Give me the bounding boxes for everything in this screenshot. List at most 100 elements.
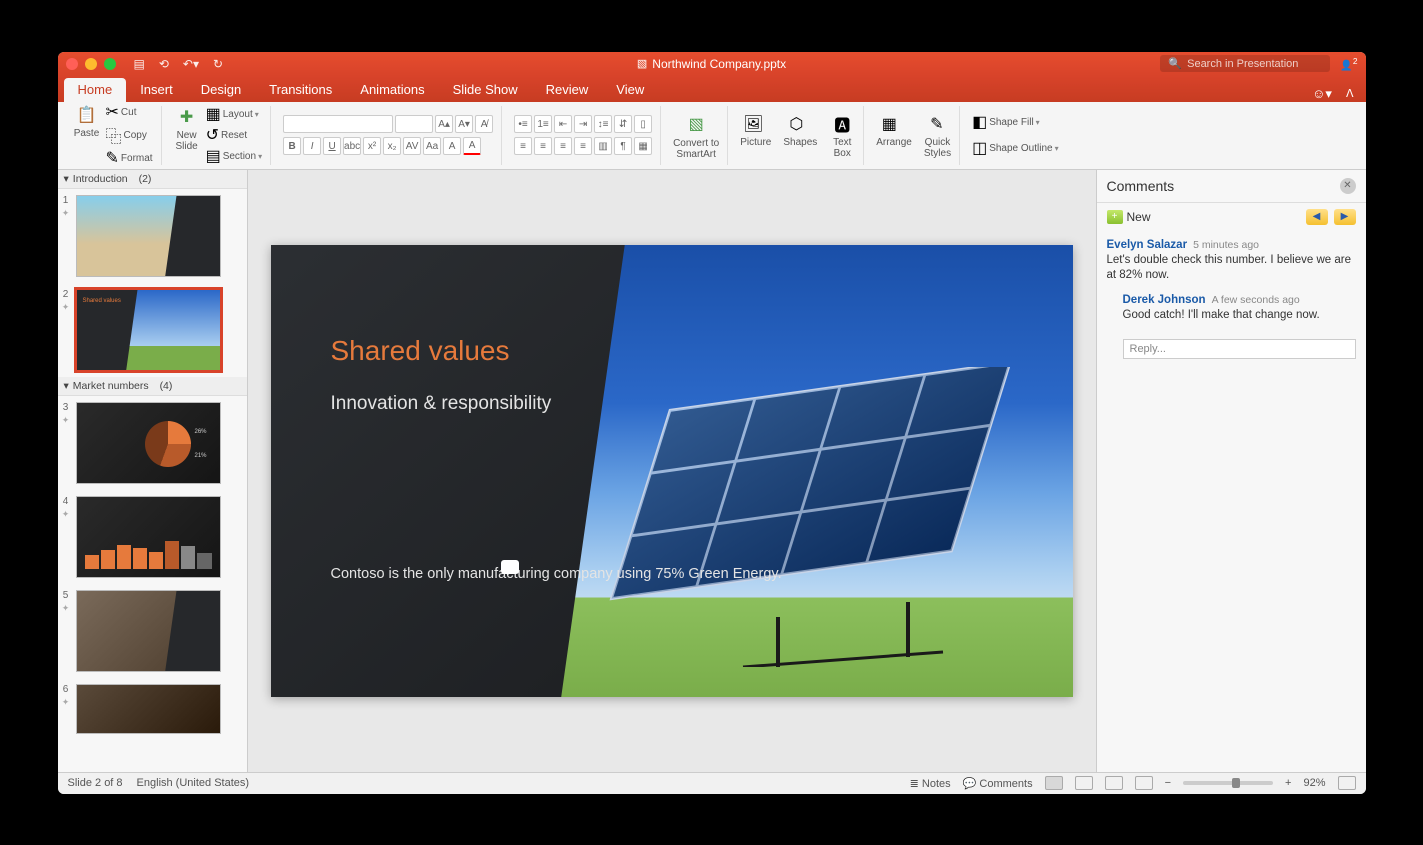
bullets-button[interactable]: •≡	[514, 115, 532, 133]
save-icon[interactable]: ▤	[134, 57, 145, 71]
font-color-button[interactable]: A	[463, 137, 481, 155]
slide-thumbnail-4[interactable]	[76, 496, 221, 578]
undo-icon[interactable]: ↶▾	[183, 57, 199, 71]
cut-button[interactable]: ✂Cut	[106, 102, 153, 122]
zoom-out-button[interactable]: −	[1165, 777, 1171, 789]
shape-outline-button[interactable]: ◫Shape Outline▾	[972, 138, 1059, 158]
reading-view-button[interactable]	[1105, 776, 1123, 790]
strike-button[interactable]: abc	[343, 137, 361, 155]
comments-button[interactable]: 💬 Comments	[963, 777, 1033, 790]
tab-design[interactable]: Design	[187, 78, 255, 102]
search-input[interactable]	[1187, 58, 1327, 70]
sorter-view-button[interactable]	[1075, 776, 1093, 790]
textbox-icon[interactable]: 🅰	[829, 111, 855, 137]
arrange-icon[interactable]: ▦	[876, 111, 902, 137]
line-spacing-button[interactable]: ↕≡	[594, 115, 612, 133]
minimize-window-button[interactable]	[85, 58, 97, 70]
align-left-button[interactable]: ≡	[514, 137, 532, 155]
clear-format-button[interactable]: A̸	[475, 115, 493, 133]
comment-item[interactable]: Evelyn Salazar5 minutes ago Let's double…	[1097, 231, 1366, 332]
new-slide-button[interactable]: New Slide	[175, 130, 197, 152]
font-family-select[interactable]	[283, 115, 393, 133]
reply-input[interactable]: Reply...	[1123, 339, 1356, 359]
superscript-button[interactable]: x²	[363, 137, 381, 155]
section-header[interactable]: ▾ Introduction (2)	[58, 170, 247, 189]
slideshow-view-button[interactable]	[1135, 776, 1153, 790]
tab-home[interactable]: Home	[64, 78, 127, 102]
section-header[interactable]: ▾ Market numbers (4)	[58, 377, 247, 396]
slide-subtitle[interactable]: Innovation & responsibility	[331, 391, 782, 417]
font-size-select[interactable]	[395, 115, 433, 133]
text-direction-button[interactable]: ⇵	[614, 115, 632, 133]
slide-canvas[interactable]: Shared values Innovation & responsibilit…	[248, 170, 1096, 772]
indent-button[interactable]: ⇥	[574, 115, 592, 133]
next-comment-button[interactable]: ▶	[1334, 209, 1356, 225]
maximize-window-button[interactable]	[104, 58, 116, 70]
bold-button[interactable]: B	[283, 137, 301, 155]
tab-animations[interactable]: Animations	[346, 78, 438, 102]
case-button[interactable]: Aa	[423, 137, 441, 155]
close-window-button[interactable]	[66, 58, 78, 70]
arrange-button[interactable]: Arrange	[876, 137, 912, 148]
slide-body-text[interactable]: Contoso is the only manufacturing compan…	[331, 564, 782, 584]
columns-button[interactable]: ▥	[594, 137, 612, 155]
new-comment-button[interactable]: + New	[1107, 210, 1151, 224]
notes-button[interactable]: ≣ Notes	[910, 777, 951, 790]
comment-marker-icon[interactable]	[501, 560, 519, 574]
paste-icon[interactable]: 📋	[74, 102, 100, 128]
quick-styles-button[interactable]: Quick Styles	[924, 137, 951, 159]
shape-fill-button[interactable]: ◧Shape Fill▾	[972, 112, 1040, 132]
slide-thumbnails-pane[interactable]: ▾ Introduction (2) 1✦ 2✦ Shared values ▾…	[58, 170, 248, 772]
justify-button[interactable]: ≡	[574, 137, 592, 155]
comment-reply[interactable]: Derek JohnsonA few seconds ago Good catc…	[1123, 294, 1356, 324]
search-box[interactable]: 🔍	[1160, 55, 1330, 72]
char-spacing-button[interactable]: AV	[403, 137, 421, 155]
quick-styles-icon[interactable]: ✎	[924, 111, 950, 137]
highlight-button[interactable]: A	[443, 137, 461, 155]
slide-counter[interactable]: Slide 2 of 8	[68, 777, 123, 789]
tab-slideshow[interactable]: Slide Show	[439, 78, 532, 102]
tab-view[interactable]: View	[602, 78, 658, 102]
shapes-icon[interactable]: ⬡	[783, 111, 809, 137]
autosave-icon[interactable]: ⟲	[159, 57, 169, 71]
language-indicator[interactable]: English (United States)	[137, 777, 250, 789]
format-painter-button[interactable]: ✎Format	[106, 148, 153, 168]
outdent-button[interactable]: ⇤	[554, 115, 572, 133]
tab-insert[interactable]: Insert	[126, 78, 187, 102]
smiley-icon[interactable]: ☺▾	[1312, 86, 1332, 102]
align-text-button[interactable]: ▯	[634, 115, 652, 133]
slide-thumbnail-1[interactable]	[76, 195, 221, 277]
layout-button[interactable]: ▦Layout▾	[206, 104, 263, 124]
smartart-small-button[interactable]: ▦	[634, 137, 652, 155]
collapse-ribbon-icon[interactable]: ᐱ	[1346, 87, 1354, 100]
tab-review[interactable]: Review	[532, 78, 603, 102]
normal-view-button[interactable]	[1045, 776, 1063, 790]
prev-comment-button[interactable]: ◀	[1306, 209, 1328, 225]
new-slide-icon[interactable]: ✚	[174, 104, 200, 130]
user-avatar[interactable]: 👤2	[1340, 56, 1357, 71]
shapes-button[interactable]: Shapes	[783, 137, 817, 148]
slide[interactable]: Shared values Innovation & responsibilit…	[271, 245, 1073, 697]
picture-icon[interactable]: 🖼	[740, 111, 766, 137]
zoom-slider[interactable]	[1183, 781, 1273, 785]
slide-thumbnail-3[interactable]: 26%21%	[76, 402, 221, 484]
copy-button[interactable]: ⿻Copy	[106, 123, 153, 147]
paste-button[interactable]: Paste	[74, 128, 100, 139]
text-dir2-button[interactable]: ¶	[614, 137, 632, 155]
align-right-button[interactable]: ≡	[554, 137, 572, 155]
zoom-thumb[interactable]	[1232, 778, 1240, 788]
zoom-level[interactable]: 92%	[1303, 777, 1325, 789]
slide-title[interactable]: Shared values	[331, 335, 782, 367]
slide-text-content[interactable]: Shared values Innovation & responsibilit…	[331, 335, 782, 585]
section-button[interactable]: ▤Section▾	[206, 146, 263, 166]
slide-thumbnail-6[interactable]	[76, 684, 221, 734]
close-comments-button[interactable]: ✕	[1340, 178, 1356, 194]
align-center-button[interactable]: ≡	[534, 137, 552, 155]
smartart-icon[interactable]: ▧	[683, 111, 709, 137]
decrease-font-button[interactable]: A▾	[455, 115, 473, 133]
tab-transitions[interactable]: Transitions	[255, 78, 346, 102]
italic-button[interactable]: I	[303, 137, 321, 155]
convert-smartart-button[interactable]: Convert to SmartArt	[673, 138, 719, 160]
increase-font-button[interactable]: A▴	[435, 115, 453, 133]
slide-thumbnail-2[interactable]: Shared values	[76, 289, 221, 371]
